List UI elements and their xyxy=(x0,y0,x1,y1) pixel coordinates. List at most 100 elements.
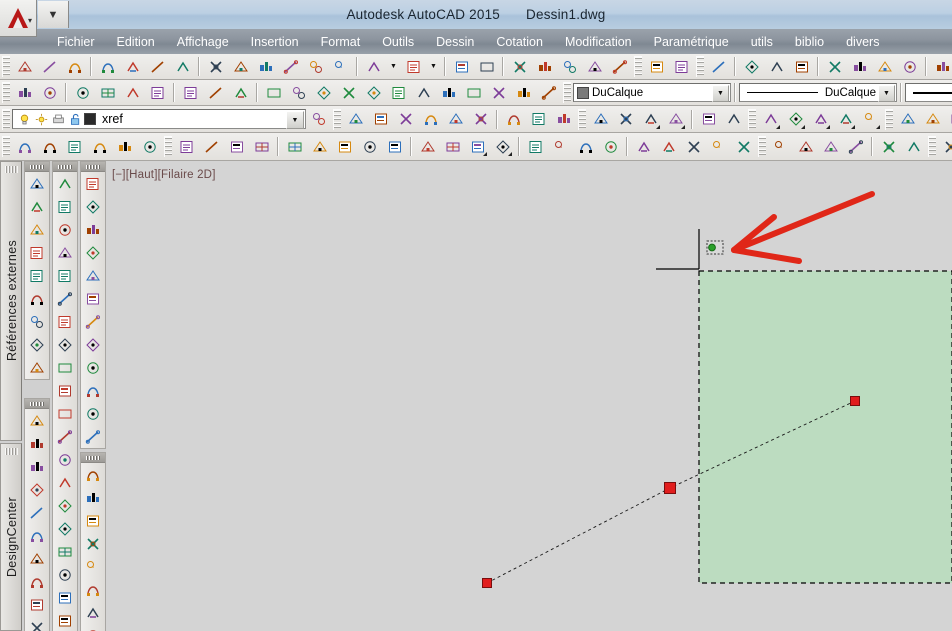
layer-props-icon[interactable] xyxy=(81,195,105,218)
x03-icon[interactable] xyxy=(81,486,105,509)
spline-icon[interactable] xyxy=(53,379,77,402)
slash-pair-icon[interactable] xyxy=(25,241,49,264)
compass-multi-icon[interactable] xyxy=(25,616,49,631)
layer-iso-icon[interactable] xyxy=(81,287,105,310)
donut-icon[interactable] xyxy=(53,540,77,563)
snap-icon[interactable] xyxy=(283,135,306,158)
sheetset-icon[interactable] xyxy=(608,55,631,78)
grid-table-icon[interactable] xyxy=(537,81,560,104)
curve-flyout-icon[interactable] xyxy=(466,135,489,158)
cut-icon[interactable] xyxy=(204,55,227,78)
layers-icon[interactable] xyxy=(81,172,105,195)
text-align-icon[interactable] xyxy=(819,135,842,158)
toolbar-grip[interactable] xyxy=(81,162,105,172)
toolbar-grip[interactable] xyxy=(25,399,49,409)
properties-icon[interactable] xyxy=(533,55,556,78)
ray-icon[interactable] xyxy=(53,195,77,218)
toolbar-grip[interactable] xyxy=(2,136,10,157)
hatch-icon[interactable] xyxy=(53,471,77,494)
toolbar-grip[interactable] xyxy=(2,108,10,130)
layer-control[interactable]: xref ▼ xyxy=(12,109,306,129)
gradient-icon[interactable] xyxy=(53,494,77,517)
toolbar-grip[interactable] xyxy=(634,56,642,77)
ellipse-icon[interactable] xyxy=(53,402,77,425)
dim-aligned-icon[interactable] xyxy=(200,135,223,158)
polygon-icon[interactable] xyxy=(53,264,77,287)
balls-icon[interactable] xyxy=(138,135,161,158)
text-style-alt-icon[interactable] xyxy=(369,108,392,131)
arrow-ne-icon[interactable] xyxy=(25,432,49,455)
hydrant-green-icon[interactable] xyxy=(262,81,285,104)
circle-flyout-icon[interactable] xyxy=(784,108,807,131)
node-pump-icon[interactable] xyxy=(512,81,535,104)
scs-blue-icon[interactable] xyxy=(25,333,49,356)
column-icon[interactable] xyxy=(524,135,547,158)
render-icon[interactable] xyxy=(508,55,531,78)
elev-10m-c-icon[interactable] xyxy=(552,108,575,131)
curve-b-icon[interactable] xyxy=(599,135,622,158)
arrow-thin-icon[interactable] xyxy=(81,578,105,601)
dim-zero-icon[interactable] xyxy=(25,172,49,195)
attach-xref-icon[interactable] xyxy=(707,55,730,78)
block-insert-icon[interactable] xyxy=(873,55,896,78)
cone-green-icon[interactable] xyxy=(13,135,36,158)
sun-freeze-icon[interactable] xyxy=(33,110,50,129)
column-single-icon[interactable] xyxy=(549,135,572,158)
redo-icon[interactable] xyxy=(402,55,425,78)
check-icon[interactable] xyxy=(81,402,105,425)
text-edit-icon[interactable] xyxy=(469,108,492,131)
hatch-flyout-icon[interactable] xyxy=(834,108,857,131)
copy-props-icon[interactable] xyxy=(81,356,105,379)
ellipse-arc-icon[interactable] xyxy=(53,425,77,448)
text-style-a-icon[interactable] xyxy=(794,135,817,158)
green-bar-icon[interactable] xyxy=(25,524,49,547)
line-flyout-icon[interactable] xyxy=(639,108,662,131)
dim-gap-icon[interactable] xyxy=(225,135,248,158)
layer-match-icon[interactable] xyxy=(81,264,105,287)
menu-fichier[interactable]: Fichier xyxy=(46,33,106,51)
toolbar-grip[interactable] xyxy=(563,82,571,103)
abc-icon[interactable] xyxy=(877,135,900,158)
drawing-canvas[interactable]: [−][Haut][Filaire 2D] xyxy=(106,161,952,631)
arrow-nw-icon[interactable] xyxy=(25,409,49,432)
tag-icon[interactable] xyxy=(682,135,705,158)
manhole-icon[interactable] xyxy=(179,81,202,104)
rectangle-icon[interactable] xyxy=(53,287,77,310)
chevron-down-icon[interactable]: ▼ xyxy=(286,111,304,129)
block-count-icon[interactable] xyxy=(769,135,792,158)
fade-icon[interactable] xyxy=(765,55,788,78)
osnap-icon[interactable] xyxy=(308,135,331,158)
block-edit-icon[interactable] xyxy=(823,55,846,78)
leader-icon[interactable] xyxy=(383,135,406,158)
hydrant-tree-icon[interactable] xyxy=(287,81,310,104)
block-write-icon[interactable] xyxy=(848,55,871,78)
joint-icon[interactable] xyxy=(394,108,417,131)
zoom-window-icon[interactable] xyxy=(475,55,498,78)
arrow-small-icon[interactable] xyxy=(25,455,49,478)
frame-icon[interactable] xyxy=(790,55,813,78)
field-icon[interactable] xyxy=(939,135,952,158)
arrow-grey-icon[interactable] xyxy=(81,555,105,578)
dim-style-icon[interactable] xyxy=(81,333,105,356)
paste-special-icon[interactable] xyxy=(279,55,302,78)
dim-baseline-icon[interactable] xyxy=(250,135,273,158)
menu-outils[interactable]: Outils xyxy=(371,33,425,51)
par-spe-icon[interactable] xyxy=(38,81,61,104)
new-file-icon[interactable] xyxy=(13,55,36,78)
elev-10m-b-icon[interactable] xyxy=(527,108,550,131)
chevron-down-icon[interactable]: ▼ xyxy=(712,85,729,102)
note-table-icon[interactable] xyxy=(13,81,36,104)
toolbar-grip[interactable] xyxy=(578,108,586,130)
line-icon[interactable] xyxy=(53,172,77,195)
lineweight-control[interactable]: DuCalque▼ xyxy=(905,83,952,102)
3dprint-icon[interactable] xyxy=(171,55,194,78)
toolbar-grip[interactable] xyxy=(164,136,172,157)
valve-icon[interactable] xyxy=(71,81,94,104)
arrow-pink-icon[interactable] xyxy=(81,532,105,555)
toolbar-grip[interactable] xyxy=(2,56,10,77)
marker-a-icon[interactable] xyxy=(387,81,410,104)
nb-icon[interactable] xyxy=(657,135,680,158)
hydrant-red-icon[interactable] xyxy=(312,81,335,104)
plot-preview-icon[interactable] xyxy=(121,55,144,78)
tool-palettes-icon[interactable] xyxy=(583,55,606,78)
